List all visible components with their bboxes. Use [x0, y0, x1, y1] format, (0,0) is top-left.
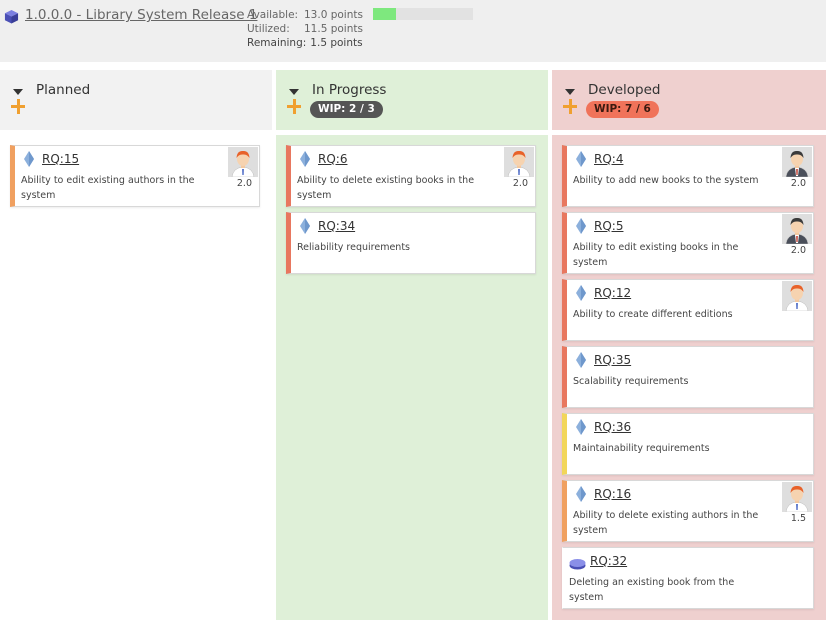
requirement-description: Ability to add new books to the system — [573, 175, 759, 186]
requirement-card[interactable]: RQ:4 Ability to add new books to the syst… — [562, 145, 814, 207]
column-header: Planned — [0, 70, 272, 130]
add-item-icon[interactable] — [287, 99, 303, 115]
estimate-points: 1.5 — [790, 513, 806, 524]
requirement-id-link[interactable]: RQ:16 — [594, 487, 631, 501]
owner-avatar — [782, 147, 812, 177]
requirement-description: Ability to edit existing authors in the … — [21, 175, 195, 201]
column-header: In Progress WIP: 2 / 3 — [276, 70, 548, 130]
requirement-description: Ability to edit existing books in the sy… — [573, 242, 739, 268]
requirement-description: Ability to delete existing authors in th… — [573, 510, 759, 536]
requirement-id-link[interactable]: RQ:35 — [594, 353, 631, 367]
wip-badge: WIP: 7 / 6 — [586, 101, 659, 118]
collapse-toggle-icon[interactable] — [10, 86, 26, 98]
requirement-diamond-icon — [576, 419, 586, 435]
release-title-link[interactable]: 1.0.0.0 - Library System Release 1 — [25, 7, 257, 23]
requirement-diamond-icon — [576, 285, 586, 301]
release-header: 1.0.0.0 - Library System Release 1 Avail… — [0, 0, 826, 66]
requirement-card[interactable]: RQ:16 Ability to delete existing authors … — [562, 480, 814, 542]
utilized-value: 11.5 points — [304, 23, 363, 35]
column-title: Developed — [588, 82, 661, 98]
collapse-toggle-icon[interactable] — [562, 86, 578, 98]
requirement-description: Reliability requirements — [297, 242, 411, 253]
owner-avatar — [782, 482, 812, 512]
requirement-description: Deleting an existing book from the syste… — [569, 577, 735, 603]
column-body: RQ:15 Ability to edit existing authors in… — [0, 135, 272, 620]
release-cube-icon — [4, 9, 19, 24]
requirement-diamond-icon — [576, 352, 586, 368]
column-body: RQ:6 Ability to delete existing books in … — [276, 135, 548, 620]
collapse-toggle-icon[interactable] — [286, 86, 302, 98]
requirement-diamond-icon — [576, 151, 586, 167]
requirement-diamond-icon — [576, 486, 586, 502]
owner-avatar — [782, 281, 812, 311]
available-label: Available: — [247, 9, 299, 21]
owner-avatar — [228, 147, 258, 177]
estimate-points: 2.0 — [790, 245, 806, 256]
requirement-diamond-icon — [300, 151, 310, 167]
wip-badge: WIP: 2 / 3 — [310, 101, 383, 118]
estimate-points: 2.0 — [512, 178, 528, 189]
requirement-id-link[interactable]: RQ:34 — [318, 219, 355, 233]
requirement-id-link[interactable]: RQ:12 — [594, 286, 631, 300]
utilized-label: Utilized: — [247, 23, 290, 35]
column-body: RQ:4 Ability to add new books to the syst… — [552, 135, 826, 620]
requirement-id-link[interactable]: RQ:36 — [594, 420, 631, 434]
requirement-description: Ability to create different editions — [573, 309, 733, 320]
requirement-description: Ability to delete existing books in the … — [297, 175, 475, 201]
requirement-diamond-icon — [576, 218, 586, 234]
requirement-id-link[interactable]: RQ:4 — [594, 152, 623, 166]
add-item-icon[interactable] — [11, 99, 27, 115]
requirement-description: Scalability requirements — [573, 376, 689, 387]
column-title: In Progress — [312, 82, 387, 98]
owner-avatar — [504, 147, 534, 177]
requirement-card[interactable]: RQ:34 Reliability requirements — [286, 212, 536, 274]
estimate-points: 2.0 — [790, 178, 806, 189]
column-in-progress: In Progress WIP: 2 / 3 RQ:6 Ability to de… — [276, 70, 548, 620]
requirement-diamond-icon — [300, 218, 310, 234]
owner-avatar — [782, 214, 812, 244]
remaining-value: 1.5 points — [310, 37, 363, 49]
column-planned: Planned RQ:15 Ability to edit existing au… — [0, 70, 272, 620]
requirement-description: Maintainability requirements — [573, 443, 710, 454]
release-progress-fill — [373, 8, 396, 20]
test-case-disc-icon — [569, 555, 586, 570]
available-value: 13.0 points — [304, 9, 363, 21]
requirement-id-link[interactable]: RQ:5 — [594, 219, 623, 233]
requirement-card[interactable]: RQ:36 Maintainability requirements — [562, 413, 814, 475]
remaining-label: Remaining: — [247, 37, 307, 49]
add-item-icon[interactable] — [563, 99, 579, 115]
release-progress-bar — [373, 8, 473, 20]
requirement-card[interactable]: RQ:15 Ability to edit existing authors in… — [10, 145, 260, 207]
requirement-id-link[interactable]: RQ:32 — [590, 554, 627, 568]
requirement-id-link[interactable]: RQ:6 — [318, 152, 347, 166]
column-header: Developed WIP: 7 / 6 — [552, 70, 826, 130]
requirement-card[interactable]: RQ:32 Deleting an existing book from the … — [562, 547, 814, 609]
requirement-diamond-icon — [24, 151, 34, 167]
column-title: Planned — [36, 82, 91, 98]
estimate-points: 2.0 — [236, 178, 252, 189]
requirement-card[interactable]: RQ:6 Ability to delete existing books in … — [286, 145, 536, 207]
requirement-card[interactable]: RQ:12 Ability to create different edition… — [562, 279, 814, 341]
requirement-card[interactable]: RQ:35 Scalability requirements — [562, 346, 814, 408]
requirement-id-link[interactable]: RQ:15 — [42, 152, 79, 166]
column-developed: Developed WIP: 7 / 6 RQ:4 Ability to add … — [552, 70, 826, 620]
release-stats: Available: 13.0 points Utilized: 11.5 poin… — [247, 8, 363, 50]
requirement-card[interactable]: RQ:5 Ability to edit existing books in th… — [562, 212, 814, 274]
